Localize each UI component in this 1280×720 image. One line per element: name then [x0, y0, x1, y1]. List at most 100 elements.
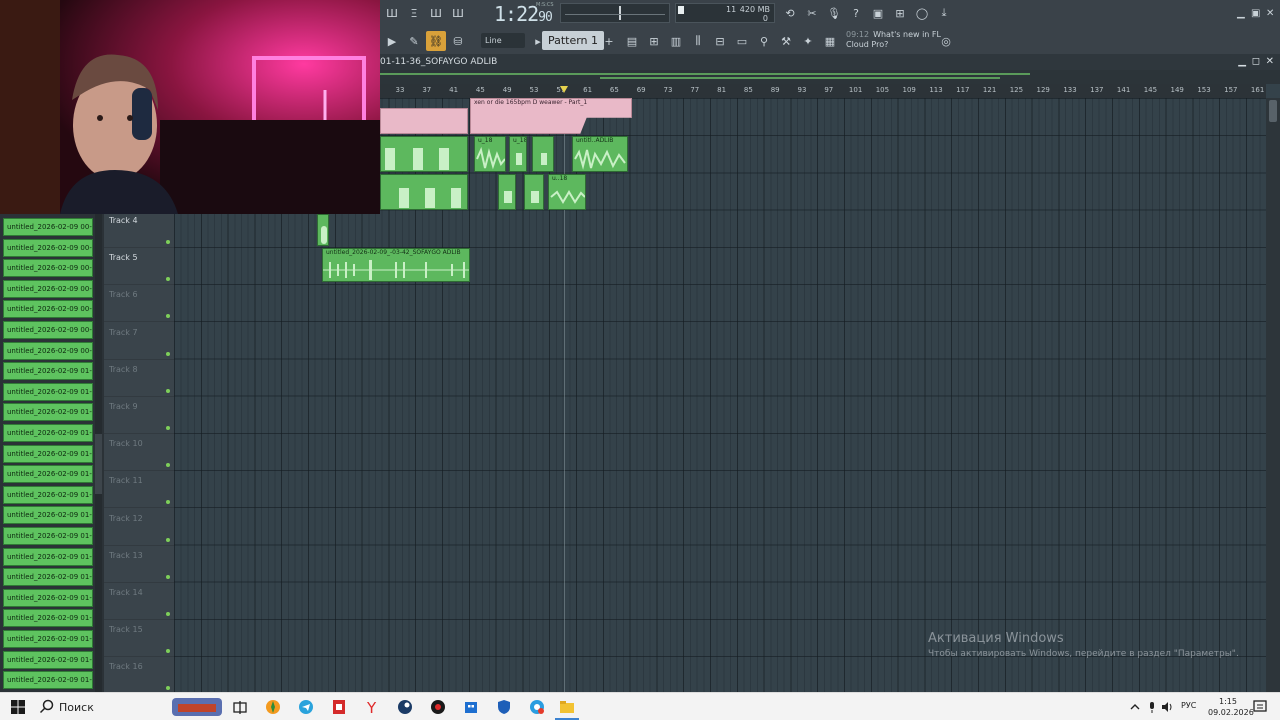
- chrome-icon[interactable]: [528, 698, 546, 716]
- save-icon[interactable]: ▣: [868, 3, 888, 23]
- track-active-led[interactable]: [166, 574, 170, 579]
- audio-clip[interactable]: u..18: [548, 174, 586, 210]
- browser-audio-item[interactable]: untitled_2026-02-09 01-: [3, 403, 93, 422]
- browser-audio-item[interactable]: untitled_2026-02-09 01-: [3, 362, 93, 381]
- file-explorer-icon[interactable]: [558, 698, 576, 716]
- vertical-scrollbar[interactable]: [1266, 98, 1280, 692]
- browser-audio-item[interactable]: untitled_2026-02-09 01-: [3, 568, 93, 587]
- track-active-led[interactable]: [166, 277, 170, 282]
- language-indicator[interactable]: РУС: [1181, 701, 1196, 710]
- download-icon[interactable]: ⤓: [934, 3, 954, 23]
- track-active-led[interactable]: [166, 612, 170, 616]
- browser-audio-item[interactable]: untitled_2026-02-09 00-: [3, 218, 93, 236]
- pattern-add-icon[interactable]: +: [604, 31, 614, 51]
- track-header[interactable]: Track 15: [104, 620, 174, 658]
- browser-audio-item[interactable]: untitled_2026-02-09 01-: [3, 424, 93, 442]
- browser-audio-item[interactable]: untitled_2026-02-09 01-: [3, 609, 93, 628]
- search-icon[interactable]: [38, 698, 56, 716]
- cpu-memory-monitor[interactable]: 11 420 MB 0: [675, 3, 775, 23]
- browser-audio-item[interactable]: untitled_2026-02-09 00-: [3, 300, 93, 319]
- undo-icon[interactable]: ⟲: [780, 3, 800, 23]
- volume-icon[interactable]: [1160, 698, 1174, 716]
- browser-audio-item[interactable]: untitled_2026-02-09 01-: [3, 465, 93, 484]
- help-icon[interactable]: ?: [846, 3, 866, 23]
- clock[interactable]: 1:15 09.02.2026: [1208, 696, 1254, 718]
- audio-clip[interactable]: [317, 214, 329, 246]
- audio-clip[interactable]: [380, 174, 468, 210]
- store-icon[interactable]: [462, 698, 480, 716]
- track-active-led[interactable]: [166, 388, 170, 393]
- pattern-selector[interactable]: Pattern 1: [542, 31, 604, 50]
- microphone-tray-icon[interactable]: [1145, 698, 1159, 716]
- taskbar-search-box[interactable]: Поиск: [59, 701, 94, 714]
- browser-audio-item[interactable]: untitled_2026-02-09 00-: [3, 321, 93, 339]
- tools-icon[interactable]: ⚒: [776, 31, 796, 51]
- playlist-minimize-icon[interactable]: ▁: [1238, 56, 1246, 67]
- minimize-icon[interactable]: ▁: [1237, 8, 1245, 19]
- mixer-toggle-icon[interactable]: Ш: [448, 3, 468, 23]
- close-icon[interactable]: ✕: [1266, 8, 1274, 19]
- playlist-toggle-icon[interactable]: Ш: [426, 3, 446, 23]
- microphone-icon[interactable]: 🎙: [824, 3, 844, 23]
- browser-audio-item[interactable]: untitled_2026-02-09 01-: [3, 444, 93, 463]
- track-header[interactable]: Track 4: [104, 211, 174, 248]
- browser-audio-item[interactable]: untitled_2026-02-09 01-: [3, 588, 93, 607]
- widgets-icon[interactable]: [172, 698, 222, 716]
- audio-clip[interactable]: untitl..ADLIB: [572, 136, 628, 172]
- wrench-icon[interactable]: ✦: [798, 31, 818, 51]
- piano-roll-toggle-icon[interactable]: Ш: [382, 3, 402, 23]
- track-active-led[interactable]: [166, 426, 170, 430]
- fl-studio-app-icon[interactable]: [264, 698, 282, 716]
- browser-audio-item[interactable]: untitled_2026-02-09 00-: [3, 259, 93, 278]
- playhead-marker[interactable]: [560, 86, 568, 93]
- browser-audio-item[interactable]: untitled_2026-02-09 01-: [3, 527, 93, 545]
- track-active-led[interactable]: [166, 240, 170, 244]
- track-header[interactable]: Track 11: [104, 471, 174, 509]
- acrobat-icon[interactable]: [330, 698, 348, 716]
- audio-clip[interactable]: u_18: [509, 136, 527, 172]
- arrow-right-icon[interactable]: ▶: [382, 31, 402, 51]
- browser-audio-item[interactable]: untitled_2026-02-09 01-: [3, 382, 93, 401]
- scrollbar-thumb[interactable]: [1269, 100, 1277, 122]
- channel-rack-icon[interactable]: ⊞: [644, 31, 664, 51]
- plugin-picker-icon[interactable]: ⚲: [754, 31, 774, 51]
- notifications-icon[interactable]: [1252, 698, 1268, 716]
- playlist-maximize-icon[interactable]: ◻: [1252, 56, 1260, 67]
- paint-tool-icon[interactable]: ⛓: [426, 31, 446, 51]
- step-sequencer-toggle-icon[interactable]: Ξ: [404, 3, 424, 23]
- track-header[interactable]: Track 14: [104, 583, 174, 620]
- track-header[interactable]: Track 12: [104, 509, 174, 546]
- snap-selector[interactable]: Line: [481, 33, 525, 48]
- browser-icon[interactable]: ⊟: [710, 31, 730, 51]
- audio-clip[interactable]: u_18: [474, 136, 506, 172]
- start-menu-icon[interactable]: [9, 698, 27, 716]
- browser-audio-item[interactable]: untitled_2026-02-09 01-: [3, 671, 93, 690]
- telegram-icon[interactable]: [297, 698, 315, 716]
- browser-audio-item[interactable]: untitled_2026-02-09 00-: [3, 341, 93, 360]
- audio-clip[interactable]: [532, 136, 554, 172]
- browser-audio-item[interactable]: untitled_2026-02-09 00-: [3, 238, 93, 257]
- track-active-led[interactable]: [166, 649, 170, 654]
- yandex-browser-icon[interactable]: Y: [363, 698, 381, 716]
- maximize-icon[interactable]: ▣: [1251, 8, 1260, 19]
- track-header[interactable]: Track 13: [104, 546, 174, 583]
- browser-audio-item[interactable]: untitled_2026-02-09 01-: [3, 650, 93, 669]
- playlist-close-icon[interactable]: ✕: [1266, 56, 1274, 67]
- browser-scrollbar[interactable]: [95, 214, 102, 692]
- track-active-led[interactable]: [166, 686, 170, 691]
- track-header[interactable]: Track 9: [104, 397, 174, 434]
- cut-icon[interactable]: ✂: [802, 3, 822, 23]
- audio-clip[interactable]: [380, 136, 468, 172]
- track-header[interactable]: Track 8: [104, 360, 174, 397]
- track-header[interactable]: Track 7: [104, 323, 174, 360]
- steam-icon[interactable]: [396, 698, 414, 716]
- epic-app-icon[interactable]: [429, 698, 447, 716]
- track-active-led[interactable]: [166, 537, 170, 542]
- plugin-icon[interactable]: ⊞: [890, 3, 910, 23]
- project-icon[interactable]: ▭: [732, 31, 752, 51]
- browser-audio-item[interactable]: untitled_2026-02-09 01-: [3, 630, 93, 648]
- track-active-led[interactable]: [166, 314, 170, 319]
- track-active-led[interactable]: [166, 463, 170, 468]
- shop-icon[interactable]: ▦: [820, 31, 840, 51]
- pattern-clip[interactable]: [380, 108, 468, 134]
